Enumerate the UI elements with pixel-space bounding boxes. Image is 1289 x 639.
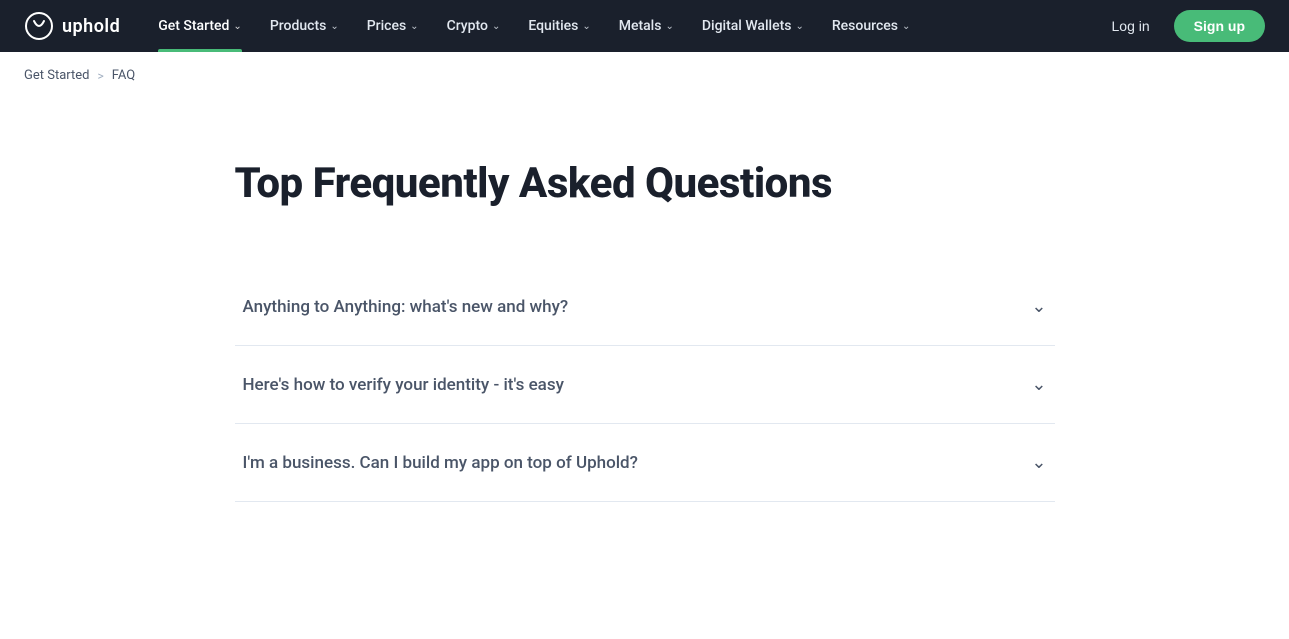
- nav-item-products[interactable]: Products ⌄: [256, 0, 353, 52]
- signup-button[interactable]: Sign up: [1174, 10, 1265, 42]
- faq-question-1: Anything to Anything: what's new and why…: [243, 297, 569, 317]
- chevron-down-icon: ⌄: [330, 21, 338, 32]
- chevron-down-icon: ⌄: [492, 21, 500, 32]
- faq-chevron-icon-2: ⌄: [1031, 374, 1046, 395]
- logo-icon: [24, 11, 54, 41]
- faq-question-2: Here's how to verify your identity - it'…: [243, 375, 564, 395]
- navbar: uphold Get Started ⌄ Products ⌄ Prices ⌄…: [0, 0, 1289, 52]
- nav-item-metals[interactable]: Metals ⌄: [605, 0, 688, 52]
- chevron-down-icon: ⌄: [410, 21, 418, 32]
- nav-item-get-started[interactable]: Get Started ⌄: [144, 0, 256, 52]
- chevron-down-icon: ⌄: [582, 21, 590, 32]
- chevron-down-icon: ⌄: [795, 21, 803, 32]
- breadcrumb-parent[interactable]: Get Started: [24, 68, 89, 83]
- chevron-down-icon: ⌄: [665, 21, 673, 32]
- nav-links: Get Started ⌄ Products ⌄ Prices ⌄ Crypto…: [144, 0, 1099, 52]
- page-title: Top Frequently Asked Questions: [235, 159, 1055, 208]
- faq-question-3: I'm a business. Can I build my app on to…: [243, 453, 638, 473]
- logo-link[interactable]: uphold: [24, 11, 120, 41]
- logo-text: uphold: [62, 16, 120, 37]
- breadcrumb: Get Started > FAQ: [0, 52, 1289, 99]
- nav-item-crypto[interactable]: Crypto ⌄: [433, 0, 515, 52]
- chevron-down-icon: ⌄: [902, 21, 910, 32]
- faq-item-1[interactable]: Anything to Anything: what's new and why…: [235, 268, 1055, 346]
- breadcrumb-current: FAQ: [112, 68, 135, 83]
- login-button[interactable]: Log in: [1100, 12, 1162, 40]
- nav-item-equities[interactable]: Equities ⌄: [514, 0, 604, 52]
- breadcrumb-separator: >: [97, 69, 103, 83]
- nav-item-resources[interactable]: Resources ⌄: [818, 0, 924, 52]
- faq-item-2[interactable]: Here's how to verify your identity - it'…: [235, 346, 1055, 424]
- main-content: Top Frequently Asked Questions Anything …: [195, 99, 1095, 542]
- faq-list: Anything to Anything: what's new and why…: [235, 268, 1055, 502]
- chevron-down-icon: ⌄: [233, 21, 241, 32]
- nav-item-digital-wallets[interactable]: Digital Wallets ⌄: [688, 0, 818, 52]
- faq-chevron-icon-3: ⌄: [1031, 452, 1046, 473]
- faq-item-3[interactable]: I'm a business. Can I build my app on to…: [235, 424, 1055, 502]
- nav-item-prices[interactable]: Prices ⌄: [353, 0, 433, 52]
- faq-chevron-icon-1: ⌄: [1031, 296, 1046, 317]
- nav-auth: Log in Sign up: [1100, 10, 1265, 42]
